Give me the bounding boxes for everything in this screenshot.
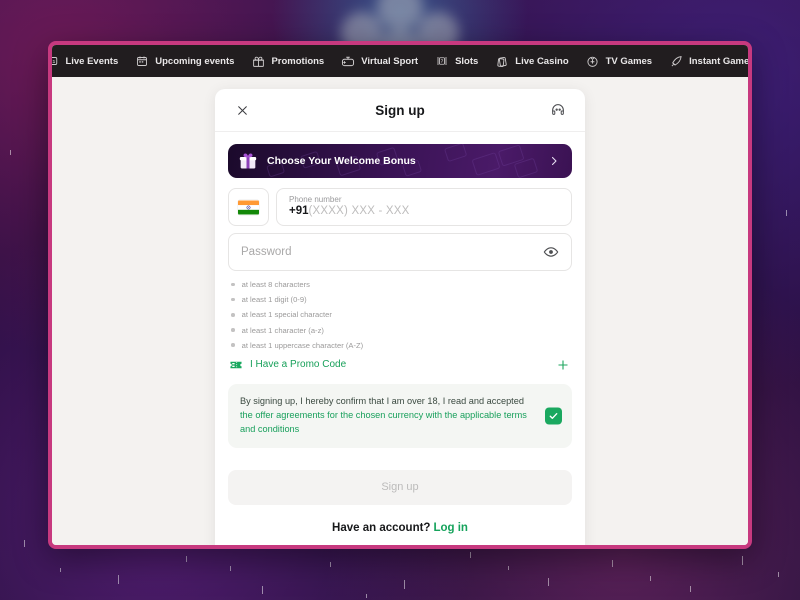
signup-modal: Sign up Choose Your Welcome Bonus Phone …: [215, 89, 585, 545]
password-input[interactable]: Password: [228, 233, 572, 271]
nav-item-instant-games[interactable]: Instant Games: [669, 54, 752, 68]
phone-row: Phone number +91 (XXXX) XXX - XXX: [228, 188, 572, 226]
live-events-icon: 2:1: [49, 54, 59, 68]
requirement-item: at least 1 digit (0-9): [231, 295, 572, 304]
bullet-icon: [231, 328, 235, 332]
requirement-label: at least 8 characters: [241, 280, 310, 289]
password-requirements-list: at least 8 characters at least 1 digit (…: [231, 280, 572, 350]
gift-icon: [239, 153, 257, 169]
have-account-prompt: Have an account?: [332, 521, 431, 534]
bullet-icon: [231, 313, 235, 317]
nav-label: Slots: [455, 55, 479, 67]
gift-icon: [251, 54, 265, 68]
nav-label: Virtual Sport: [361, 55, 419, 67]
promo-code-row[interactable]: I Have a Promo Code: [228, 356, 572, 374]
bullet-icon: [231, 282, 235, 287]
phone-number-label: Phone number: [289, 195, 342, 205]
requirement-item: at least 1 uppercase character (A-Z): [231, 341, 572, 350]
nav-item-slots[interactable]: 7 Slots: [435, 54, 478, 68]
terms-link[interactable]: the offer agreements for the chosen curr…: [240, 410, 501, 420]
nav-item-virtual-sport[interactable]: Virtual Sport: [341, 54, 418, 68]
phone-number-input[interactable]: Phone number +91 (XXXX) XXX - XXX: [276, 188, 572, 226]
modal-body: Choose Your Welcome Bonus Phone number +…: [215, 132, 585, 545]
slots-icon: 7: [435, 54, 449, 68]
nav-item-tv-games[interactable]: TV Games: [586, 54, 652, 68]
requirement-label: at least 1 character (a-z): [241, 325, 324, 335]
india-flag-icon: [238, 200, 259, 214]
bullet-icon: [231, 297, 235, 302]
plus-icon[interactable]: [556, 358, 570, 372]
signup-submit-button[interactable]: Sign up: [228, 469, 572, 505]
nav-label: Instant Games: [689, 55, 752, 67]
modal-footer: Have an account? Log in: [228, 505, 572, 545]
nav-item-upcoming-events[interactable]: Upcoming events: [135, 54, 234, 68]
requirement-label: at least 1 uppercase character (A-Z): [241, 340, 364, 350]
terms-line-1: By signing up, I hereby confirm that I a…: [240, 395, 524, 406]
headset-icon[interactable]: [547, 99, 569, 121]
tv-games-icon: [586, 54, 600, 68]
password-placeholder: Password: [241, 246, 292, 258]
browser-frame: 2:1 Live Events Upcoming events Promotio…: [48, 41, 752, 549]
modal-header: Sign up: [215, 89, 585, 132]
nav-item-live-events[interactable]: 2:1 Live Events: [49, 54, 119, 68]
virtual-sport-icon: [341, 54, 355, 68]
instant-games-icon: [669, 54, 683, 68]
requirement-item: at least 8 characters: [231, 280, 572, 289]
nav-label: TV Games: [605, 55, 653, 67]
calendar-icon: [135, 54, 149, 68]
top-navigation-bar: 2:1 Live Events Upcoming events Promotio…: [52, 45, 748, 77]
page-content-area: Sign up Choose Your Welcome Bonus Phone …: [52, 77, 748, 545]
nav-label: Upcoming events: [155, 55, 235, 67]
close-icon[interactable]: [231, 99, 253, 121]
page-title: Sign up: [375, 102, 425, 118]
login-link[interactable]: Log in: [433, 522, 468, 534]
nav-label: Live Events: [65, 55, 119, 67]
requirement-label: at least 1 digit (0-9): [241, 295, 307, 305]
bonus-banner-label: Choose Your Welcome Bonus: [267, 155, 416, 167]
terms-checkbox[interactable]: [545, 407, 562, 425]
requirement-item: at least 1 special character: [231, 310, 572, 319]
terms-agreement-box: By signing up, I hereby confirm that I a…: [228, 383, 572, 448]
eye-icon[interactable]: [542, 243, 560, 261]
country-code-selector[interactable]: [228, 188, 269, 226]
bullet-icon: [231, 343, 235, 348]
nav-label: Live Casino: [515, 55, 569, 67]
chevron-right-icon: [548, 155, 560, 167]
promo-code-label: I Have a Promo Code: [250, 359, 347, 371]
requirement-label: at least 1 special character: [241, 310, 332, 320]
nav-label: Promotions: [271, 55, 325, 67]
svg-text:2:1: 2:1: [49, 59, 56, 64]
svg-text:7: 7: [441, 59, 444, 64]
nav-item-promotions[interactable]: Promotions: [251, 54, 324, 68]
live-casino-icon: [495, 54, 509, 68]
phone-number-placeholder: (XXXX) XXX - XXX: [308, 204, 410, 217]
welcome-bonus-banner[interactable]: Choose Your Welcome Bonus: [228, 144, 572, 178]
terms-text: By signing up, I hereby confirm that I a…: [240, 395, 530, 437]
phone-country-prefix: +91: [289, 204, 309, 217]
requirement-item: at least 1 character (a-z): [231, 326, 572, 335]
ticket-icon: [230, 361, 242, 369]
nav-item-live-casino[interactable]: Live Casino: [495, 54, 569, 68]
